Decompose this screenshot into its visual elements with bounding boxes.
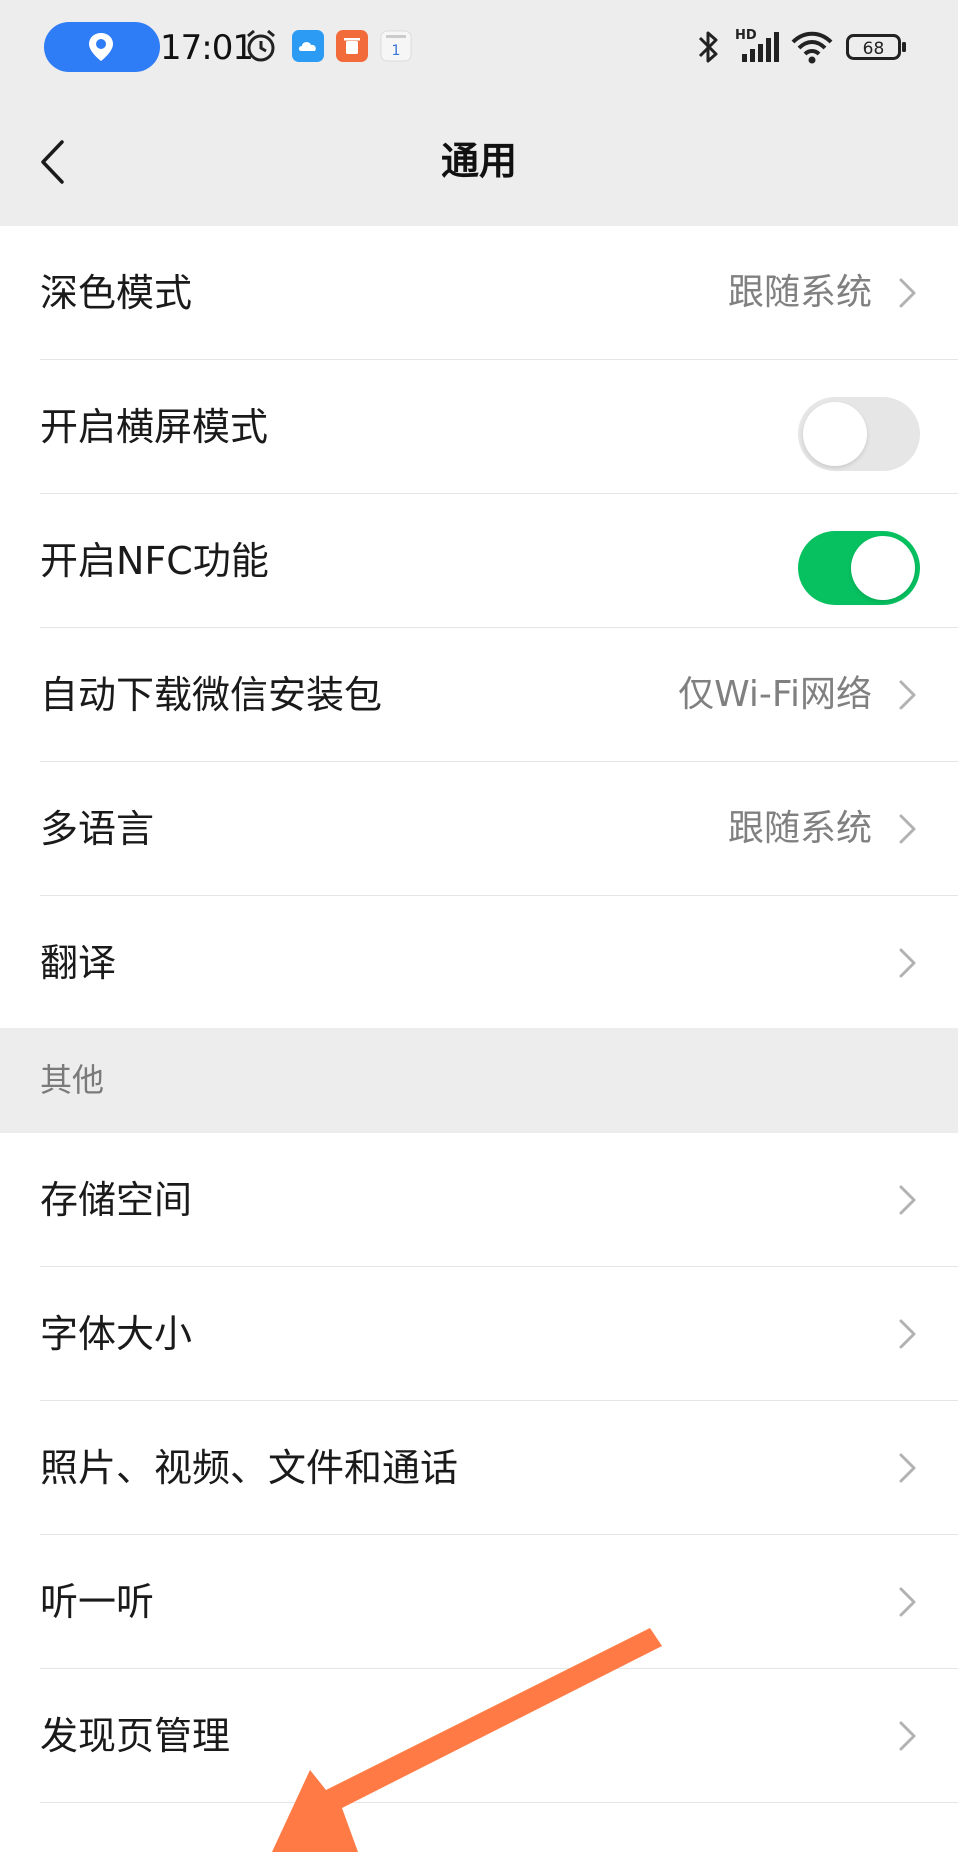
delete-app-icon xyxy=(336,30,368,62)
row-value: 跟随系统 xyxy=(727,808,872,849)
nav-bar: 通用 xyxy=(0,96,958,226)
chevron-right-icon xyxy=(899,1721,916,1751)
chevron-right-icon xyxy=(899,1587,916,1617)
status-bar: 17:01 1 HD 68 xyxy=(0,0,958,96)
battery-level: 68 xyxy=(863,39,885,59)
row-dark-mode[interactable]: 深色模式 跟随系统 xyxy=(0,226,958,360)
nfc-toggle[interactable] xyxy=(798,531,920,605)
bluetooth-icon xyxy=(698,31,718,63)
row-language[interactable]: 多语言 跟随系统 xyxy=(0,762,958,896)
section-header-label: 其他 xyxy=(40,1061,105,1099)
status-time: 17:01 xyxy=(160,28,254,68)
battery-icon: 68 xyxy=(846,34,906,60)
row-label: 存储空间 xyxy=(40,1178,193,1222)
row-value: 跟随系统 xyxy=(727,272,872,313)
row-auto-download[interactable]: 自动下载微信安装包 仅Wi-Fi网络 xyxy=(0,628,958,762)
row-label: 深色模式 xyxy=(40,271,193,315)
toggle-knob xyxy=(851,536,915,600)
settings-group-other: 存储空间 字体大小 照片、视频、文件和通话 听一听 发现页管理 xyxy=(0,1133,958,1852)
row-label: 翻译 xyxy=(40,941,117,985)
row-label: 发现页管理 xyxy=(40,1714,231,1758)
row-label: 字体大小 xyxy=(40,1312,193,1356)
row-listen[interactable]: 听一听 xyxy=(0,1535,958,1669)
chevron-right-icon xyxy=(899,680,916,710)
page-title: 通用 xyxy=(440,139,517,183)
chevron-left-icon xyxy=(41,140,64,184)
row-label: 多语言 xyxy=(40,807,155,851)
chevron-right-icon xyxy=(899,1185,916,1215)
row-label: 开启横屏模式 xyxy=(40,405,269,449)
svg-text:1: 1 xyxy=(392,43,401,59)
row-label: 照片、视频、文件和通话 xyxy=(40,1446,459,1490)
row-label: 自动下载微信安装包 xyxy=(40,673,383,717)
row-value: 仅Wi-Fi网络 xyxy=(678,674,872,715)
chevron-right-icon xyxy=(899,278,916,308)
location-indicator[interactable] xyxy=(44,22,160,72)
row-translate[interactable]: 翻译 xyxy=(0,896,958,1030)
alarm-icon xyxy=(247,29,275,62)
row-label: 听一听 xyxy=(40,1580,155,1624)
row-storage[interactable]: 存储空间 xyxy=(0,1133,958,1267)
settings-group-general: 深色模式 跟随系统 开启横屏模式 开启NFC功能 自动下载微信安装包 仅Wi-F… xyxy=(0,226,958,1028)
wifi-icon xyxy=(791,31,833,64)
chevron-right-icon xyxy=(899,948,916,978)
row-media-files-calls[interactable]: 照片、视频、文件和通话 xyxy=(0,1401,958,1535)
signal-icon: HD xyxy=(735,28,779,62)
section-header-other: 其他 xyxy=(0,1028,958,1133)
calendar-icon: 1 xyxy=(380,30,412,62)
row-label: 开启NFC功能 xyxy=(40,539,269,583)
toggle-knob xyxy=(803,402,867,466)
chevron-right-icon xyxy=(899,1453,916,1483)
landscape-mode-toggle[interactable] xyxy=(798,397,920,471)
chevron-right-icon xyxy=(899,814,916,844)
divider xyxy=(40,1802,958,1803)
row-nfc: 开启NFC功能 xyxy=(0,494,958,628)
back-button[interactable] xyxy=(22,122,82,202)
row-font-size[interactable]: 字体大小 xyxy=(0,1267,958,1401)
network-type-label: HD xyxy=(735,28,757,43)
row-discover-management[interactable]: 发现页管理 xyxy=(0,1669,958,1803)
chevron-right-icon xyxy=(899,1319,916,1349)
cloud-app-icon xyxy=(292,30,324,62)
location-icon xyxy=(89,33,113,61)
row-landscape-mode: 开启横屏模式 xyxy=(0,360,958,494)
